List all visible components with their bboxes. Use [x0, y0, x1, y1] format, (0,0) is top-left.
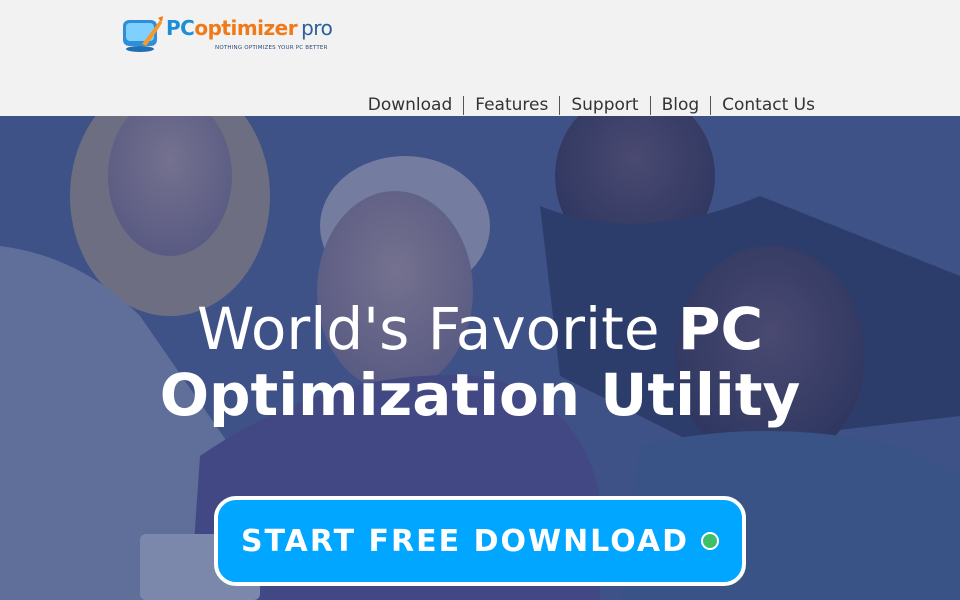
headline-bold-pc: PC — [677, 295, 764, 363]
green-dot-icon — [701, 532, 720, 550]
pcoptimizer-logo[interactable]: PCoptimizer pro NOTHING OPTIMIZES YOUR PC… — [120, 12, 350, 56]
hero-headline: World's Favorite PC Optimization Utility — [0, 296, 960, 428]
nav-support[interactable]: Support — [571, 95, 638, 115]
logo-wordmark: PCoptimizer pro — [166, 16, 333, 40]
nav-divider — [710, 95, 712, 115]
headline-light-text: World's Favorite — [196, 295, 678, 363]
main-nav: Download Features Support Blog Contact U… — [368, 94, 815, 116]
logo-brand-optimizer: optimizer — [194, 16, 298, 40]
nav-download[interactable]: Download — [368, 95, 453, 115]
logo-tagline: NOTHING OPTIMIZES YOUR PC BETTER — [215, 45, 328, 51]
cta-label: START FREE DOWNLOAD — [240, 523, 690, 559]
nav-divider — [559, 95, 561, 115]
nav-divider — [463, 95, 465, 115]
nav-blog[interactable]: Blog — [662, 95, 700, 115]
pcoptimizer-logo-icon — [123, 16, 163, 52]
nav-divider — [649, 95, 651, 115]
nav-contact-us[interactable]: Contact Us — [722, 95, 815, 115]
site-header: PCoptimizer pro NOTHING OPTIMIZES YOUR PC… — [0, 0, 960, 116]
nav-features[interactable]: Features — [475, 95, 548, 115]
headline-bold-line2: Optimization Utility — [159, 361, 801, 429]
logo-brand-pro: pro — [301, 16, 333, 40]
start-free-download-button[interactable]: START FREE DOWNLOAD — [214, 496, 746, 586]
logo-brand-pc: PC — [166, 16, 195, 40]
hero-section: World's Favorite PC Optimization Utility… — [0, 116, 960, 600]
